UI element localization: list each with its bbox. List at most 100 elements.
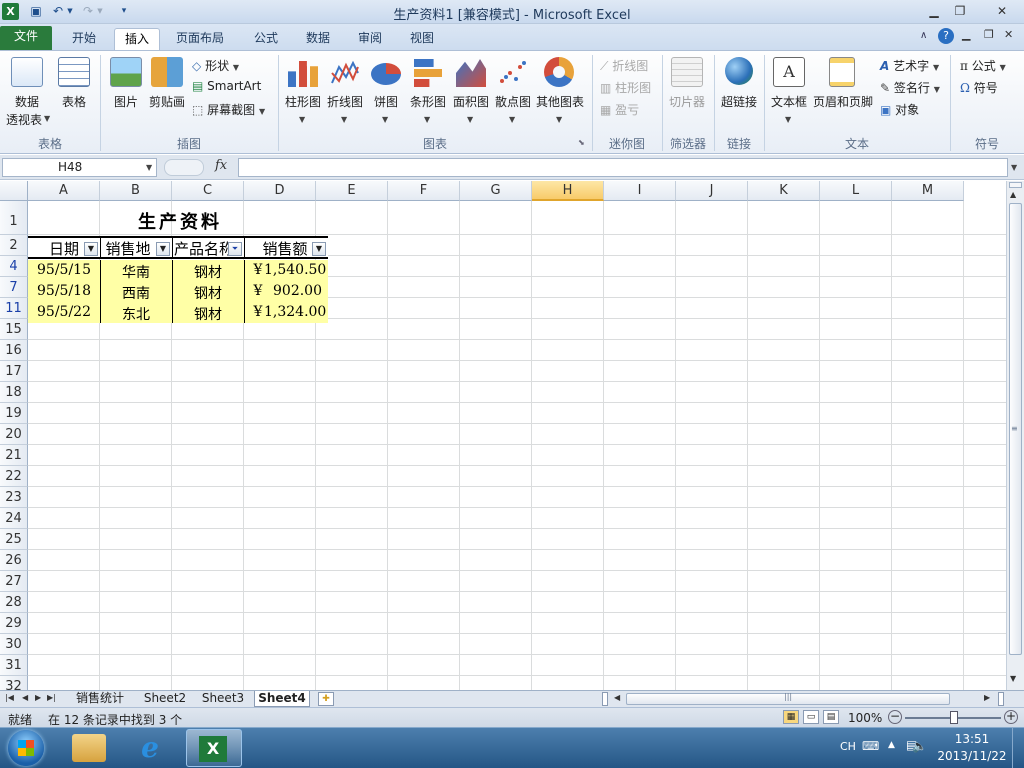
- bar-chart-button[interactable]: 条形图 ▼: [406, 55, 450, 131]
- column-header-j[interactable]: J: [676, 181, 748, 201]
- split-handle[interactable]: [1009, 182, 1022, 188]
- row-header-27[interactable]: 27: [0, 571, 28, 592]
- column-header-h[interactable]: H: [532, 181, 604, 201]
- shapes-button[interactable]: ◇ 形状 ▼: [192, 57, 239, 74]
- header-footer-button[interactable]: 页眉和页脚: [812, 55, 874, 131]
- cell-amount[interactable]: 1,324.00: [264, 304, 326, 320]
- area-chart-button[interactable]: 面积图 ▼: [450, 55, 492, 131]
- wordart-button[interactable]: A 艺术字 ▼: [880, 57, 939, 74]
- tab-review[interactable]: 审阅: [348, 28, 392, 50]
- tab-insert[interactable]: 插入: [114, 28, 161, 50]
- column-header-a[interactable]: A: [28, 181, 100, 201]
- dialog-launcher-icon[interactable]: ⬊: [578, 138, 585, 147]
- tab-home[interactable]: 开始: [62, 28, 106, 50]
- clipart-button[interactable]: 剪贴画: [146, 55, 188, 131]
- scroll-up-icon[interactable]: ▲: [1010, 190, 1016, 199]
- cell-region[interactable]: 东北: [100, 304, 172, 324]
- row-header-16[interactable]: 16: [0, 340, 28, 361]
- row-header-32[interactable]: 32: [0, 676, 28, 690]
- next-sheet-icon[interactable]: ▶: [35, 693, 41, 702]
- tab-view[interactable]: 视图: [400, 28, 444, 50]
- line-chart-button[interactable]: 折线图 ▼: [324, 55, 366, 131]
- clock-date[interactable]: 2013/11/22: [936, 749, 1008, 763]
- tab-split-handle[interactable]: [602, 692, 608, 706]
- tab-data[interactable]: 数据: [296, 28, 340, 50]
- first-sheet-icon[interactable]: |◀: [5, 693, 14, 702]
- name-box-dropdown-icon[interactable]: ▼: [146, 163, 152, 172]
- ime-indicator[interactable]: CH: [840, 740, 856, 753]
- row-header-23[interactable]: 23: [0, 487, 28, 508]
- textbox-button[interactable]: A 文本框 ▼: [768, 55, 810, 131]
- column-header-l[interactable]: L: [820, 181, 892, 201]
- sparkline-column-button[interactable]: ▥ 柱形图: [600, 79, 651, 96]
- filter-active-product-icon[interactable]: ⏷: [228, 242, 242, 256]
- show-desktop-button[interactable]: [1012, 728, 1024, 768]
- pivot-table-button[interactable]: 数据 透视表 ▼: [4, 55, 50, 131]
- tab-page-layout[interactable]: 页面布局: [166, 28, 234, 50]
- sheet-tab-3[interactable]: Sheet3: [196, 691, 250, 707]
- clock-time[interactable]: 13:51: [940, 732, 1004, 746]
- hscroll-right-icon[interactable]: ▶: [984, 693, 990, 702]
- equation-button[interactable]: π 公式 ▼: [960, 57, 1006, 74]
- doc-close-icon[interactable]: ✕: [1004, 28, 1013, 41]
- other-charts-button[interactable]: 其他图表 ▼: [534, 55, 586, 131]
- sheet-tab-1[interactable]: 销售统计: [66, 691, 134, 707]
- cell-date[interactable]: 95/5/15: [28, 262, 100, 278]
- cell-region[interactable]: 华南: [100, 262, 172, 282]
- row-header-7[interactable]: 7: [0, 277, 28, 298]
- tab-file[interactable]: 文件: [0, 26, 52, 50]
- filter-dropdown-date[interactable]: ▼: [84, 242, 98, 256]
- ie-taskbar-icon[interactable]: e: [134, 732, 166, 764]
- scatter-chart-button[interactable]: 散点图 ▼: [492, 55, 534, 131]
- column-header-g[interactable]: G: [460, 181, 532, 201]
- row-header-20[interactable]: 20: [0, 424, 28, 445]
- object-button[interactable]: ▣ 对象: [880, 101, 919, 118]
- picture-button[interactable]: 图片: [106, 55, 146, 131]
- hscroll-end-icon[interactable]: [998, 692, 1004, 706]
- insert-sheet-icon[interactable]: ✚: [318, 692, 334, 706]
- row-header-31[interactable]: 31: [0, 655, 28, 676]
- screenshot-button[interactable]: ⬚ 屏幕截图 ▼: [192, 101, 265, 118]
- show-hidden-icons[interactable]: ▲: [888, 740, 895, 750]
- row-header-2[interactable]: 2: [0, 235, 28, 256]
- cell-date[interactable]: 95/5/22: [28, 304, 100, 320]
- table-button[interactable]: 表格: [54, 55, 94, 131]
- zoom-out-icon[interactable]: −: [888, 710, 902, 724]
- column-header-d[interactable]: D: [244, 181, 316, 201]
- select-all-corner[interactable]: [0, 181, 28, 201]
- column-header-c[interactable]: C: [172, 181, 244, 201]
- filter-dropdown-region[interactable]: ▼: [156, 242, 170, 256]
- worksheet-grid[interactable]: ABCDEFGHIJKLM 1 2 4 7 11 15 16 17 18 19 20 21 22 23 24…: [0, 181, 1006, 690]
- signature-line-button[interactable]: ✎ 签名行 ▼: [880, 79, 940, 96]
- symbol-button[interactable]: Ω 符号: [960, 79, 998, 96]
- column-header-i[interactable]: I: [604, 181, 676, 201]
- doc-minimize-icon[interactable]: ▁: [962, 28, 970, 41]
- scroll-down-icon[interactable]: ▼: [1010, 674, 1016, 683]
- formula-input[interactable]: [238, 158, 1008, 177]
- hscroll-left-icon[interactable]: ◀: [614, 693, 620, 702]
- row-header-29[interactable]: 29: [0, 613, 28, 634]
- last-sheet-icon[interactable]: ▶|: [47, 693, 56, 702]
- tab-formulas[interactable]: 公式: [244, 28, 288, 50]
- vertical-scrollbar[interactable]: ▲ ≡ ▼: [1006, 181, 1024, 690]
- help-icon[interactable]: ?: [938, 28, 954, 44]
- cell-region[interactable]: 西南: [100, 283, 172, 303]
- insert-function-button[interactable]: fx: [215, 158, 227, 173]
- row-header-26[interactable]: 26: [0, 550, 28, 571]
- row-header-30[interactable]: 30: [0, 634, 28, 655]
- column-header-k[interactable]: K: [748, 181, 820, 201]
- column-chart-button[interactable]: 柱形图 ▼: [282, 55, 324, 131]
- zoom-in-icon[interactable]: +: [1004, 710, 1018, 724]
- volume-icon[interactable]: 🔈: [912, 739, 927, 753]
- row-header-28[interactable]: 28: [0, 592, 28, 613]
- excel-taskbar-button[interactable]: X: [186, 729, 242, 767]
- restore-button[interactable]: ❐: [948, 2, 972, 20]
- slicer-button[interactable]: 切片器: [664, 55, 710, 131]
- row-header-15[interactable]: 15: [0, 319, 28, 340]
- pie-chart-button[interactable]: 饼图 ▼: [366, 55, 406, 131]
- prev-sheet-icon[interactable]: ◀: [22, 693, 28, 702]
- collapse-ribbon-icon[interactable]: ∧: [920, 30, 927, 41]
- page-break-view-icon[interactable]: ▤: [823, 710, 839, 724]
- zoom-slider-thumb[interactable]: [950, 711, 958, 724]
- row-header-19[interactable]: 19: [0, 403, 28, 424]
